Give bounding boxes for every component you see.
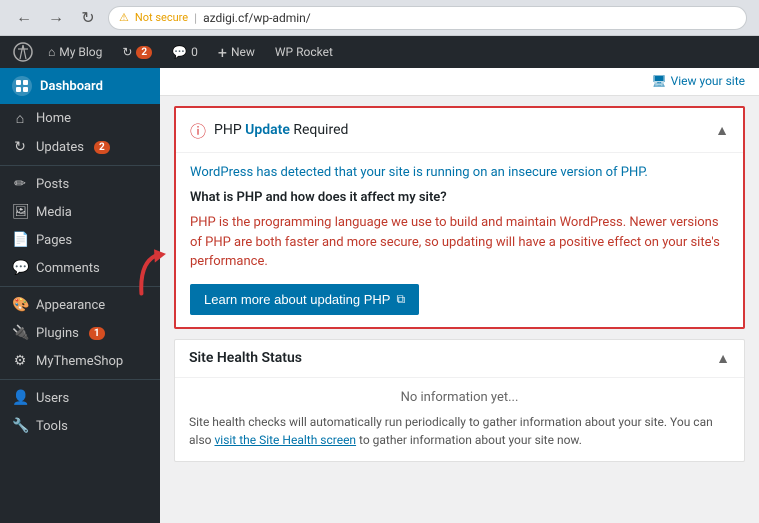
php-question: What is PHP and how does it affect my si… [190,190,729,205]
monitor-icon: 🖥 [651,74,666,88]
sidebar-item-appearance[interactable]: 🎨 Appearance [0,291,160,319]
sidebar-appearance-label: Appearance [36,298,105,313]
media-icon: 🖼 [12,204,28,220]
new-label: New [231,45,255,59]
php-update-box: ⓘ PHP Update Required ▲ WordPress has de… [174,106,745,329]
comments-icon: 💬 [172,45,187,59]
admin-bar-myblog[interactable]: ⌂ My Blog [38,36,112,68]
sidebar-item-posts[interactable]: ✏ Posts [0,170,160,198]
wp-admin-bar: ⌂ My Blog ↻ 2 💬 0 + New WP Rocket [0,36,759,68]
sidebar-item-comments[interactable]: 💬 Comments [0,254,160,282]
admin-bar-wprocket[interactable]: WP Rocket [265,36,343,68]
main-layout: Dashboard ⌂ Home ↻ Updates 2 ✏ Posts 🖼 M… [0,68,759,523]
no-info-text: No information yet... [189,390,730,405]
comments-sidebar-icon: 💬 [12,260,28,276]
sidebar-users-label: Users [36,391,69,406]
php-update-header: ⓘ PHP Update Required ▲ [176,108,743,153]
site-health-link[interactable]: visit the Site Health screen [214,433,356,447]
external-link-icon: ⧉ [396,292,405,307]
php-collapse-icon[interactable]: ▲ [715,122,729,139]
sidebar-divider-2 [0,286,160,287]
content-inner: ⓘ PHP Update Required ▲ WordPress has de… [160,96,759,472]
wprocket-label: WP Rocket [275,45,333,59]
admin-bar-new[interactable]: + New [208,36,265,68]
mythemeshop-icon: ⚙ [12,353,28,369]
refresh-button[interactable]: ↻ [76,6,100,30]
tools-icon: 🔧 [12,418,28,434]
sidebar-item-tools[interactable]: 🔧 Tools [0,412,160,440]
comments-count: 0 [191,45,198,59]
site-health-box: Site Health Status ▲ No information yet.… [174,339,745,462]
not-secure-label: Not secure [135,11,188,24]
updates-icon: ↻ [122,45,132,59]
posts-icon: ✏ [12,176,28,192]
learn-php-label: Learn more about updating PHP [204,292,390,307]
view-site-link[interactable]: 🖥 View your site [651,74,745,88]
browser-bar: ← → ↻ ⚠ Not secure | azdigi.cf/wp-admin/ [0,0,759,36]
sidebar-pages-label: Pages [36,233,72,248]
sidebar-home-label: Home [36,111,71,126]
sidebar-comments-label: Comments [36,261,100,276]
plugins-icon: 🔌 [12,325,28,341]
lock-icon: ⚠ [119,11,129,24]
forward-button[interactable]: → [44,6,68,30]
house-icon: ⌂ [48,45,55,59]
php-update-title: ⓘ PHP Update Required [190,118,348,142]
sidebar-item-updates[interactable]: ↻ Updates 2 [0,133,160,161]
sidebar-item-media[interactable]: 🖼 Media [0,198,160,226]
dashboard-icon [12,76,32,96]
back-button[interactable]: ← [12,6,36,30]
wp-logo[interactable] [8,36,38,68]
address-bar[interactable]: ⚠ Not secure | azdigi.cf/wp-admin/ [108,6,747,30]
health-description: Site health checks will automatically ru… [189,413,730,449]
site-health-header: Site Health Status ▲ [175,340,744,378]
home-icon: ⌂ [12,110,28,127]
site-health-collapse-icon[interactable]: ▲ [716,350,730,367]
sidebar-divider-3 [0,379,160,380]
view-site-bar: 🖥 View your site [160,68,759,96]
content-area: 🖥 View your site ⓘ PHP Update Required ▲… [160,68,759,523]
sidebar-item-home[interactable]: ⌂ Home [0,104,160,133]
view-site-label: View your site [671,74,745,88]
sidebar-item-pages[interactable]: 📄 Pages [0,226,160,254]
sidebar-item-mythemeshop[interactable]: ⚙ MyThemeShop [0,347,160,375]
users-icon: 👤 [12,390,28,406]
sidebar-tools-label: Tools [36,419,68,434]
plugins-badge: 1 [89,327,105,340]
updates-count: 2 [136,46,152,59]
sidebar-updates-label: Updates [36,140,84,155]
appearance-icon: 🎨 [12,297,28,313]
updates-badge: 2 [94,141,110,154]
site-health-body: No information yet... Site health checks… [175,378,744,461]
learn-php-button[interactable]: Learn more about updating PHP ⧉ [190,284,419,315]
site-health-title: Site Health Status [189,350,302,366]
sidebar-item-users[interactable]: 👤 Users [0,384,160,412]
updates-sidebar-icon: ↻ [12,139,28,155]
php-title-text: PHP Update Required [214,122,348,138]
sidebar-item-plugins[interactable]: 🔌 Plugins 1 [0,319,160,347]
sidebar: Dashboard ⌂ Home ↻ Updates 2 ✏ Posts 🖼 M… [0,68,160,523]
php-detected-text: WordPress has detected that your site is… [190,165,729,180]
sidebar-mythemeshop-label: MyThemeShop [36,354,123,369]
sidebar-dashboard[interactable]: Dashboard [0,68,160,104]
sidebar-plugins-label: Plugins [36,326,79,341]
pages-icon: 📄 [12,232,28,248]
admin-bar-updates[interactable]: ↻ 2 [112,36,162,68]
warning-icon: ⓘ [190,118,206,142]
health-desc-after: to gather information about your site no… [356,433,582,447]
sidebar-media-label: Media [36,205,72,220]
plus-icon: + [218,43,227,62]
myblog-label: My Blog [59,45,102,59]
admin-bar-comments[interactable]: 💬 0 [162,36,208,68]
sidebar-divider-1 [0,165,160,166]
address-text: azdigi.cf/wp-admin/ [203,11,311,25]
dashboard-label: Dashboard [40,79,103,94]
php-update-body: WordPress has detected that your site is… [176,153,743,327]
php-description: PHP is the programming language we use t… [190,213,729,272]
sidebar-posts-label: Posts [36,177,69,192]
